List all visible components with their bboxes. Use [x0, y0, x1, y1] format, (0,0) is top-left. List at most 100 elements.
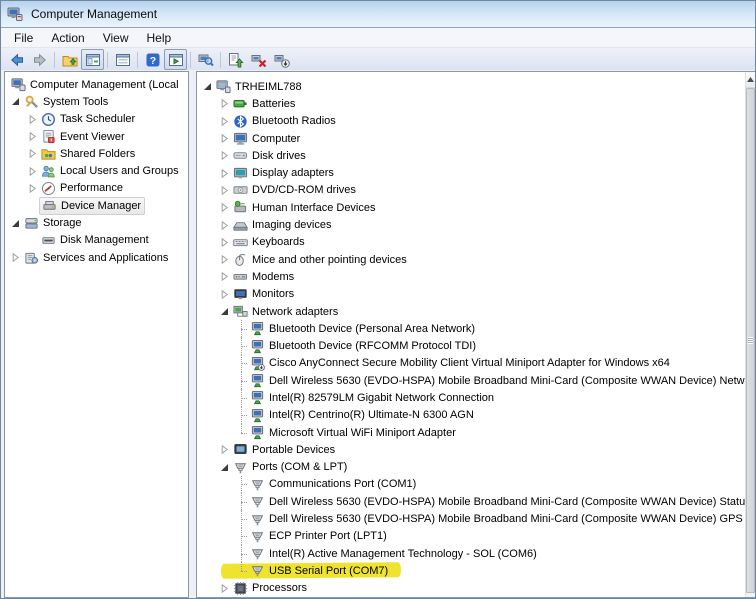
- tree-item-mice-and-other-pointing-devices[interactable]: Mice and other pointing devices: [197, 251, 755, 268]
- scrollbar-thumb[interactable]: [746, 88, 755, 593]
- computer-management-icon: [9, 77, 27, 92]
- tree-item-dell-wireless-5630-evdo-hspa-mobile-broadb[interactable]: Dell Wireless 5630 (EVDO-HSPA) Mobile Br…: [197, 493, 755, 510]
- tree-item-disk-drives[interactable]: Disk drives: [197, 147, 755, 164]
- expander-collapsed-icon[interactable]: [218, 268, 231, 285]
- tree-item-communications-port-com1[interactable]: Communications Port (COM1): [197, 476, 755, 493]
- expander-collapsed-icon[interactable]: [26, 111, 39, 128]
- tree-item-cisco-anyconnect-secure-mobility-client-vi[interactable]: Cisco AnyConnect Secure Mobility Client …: [197, 355, 755, 372]
- expander-collapsed-icon[interactable]: [26, 145, 39, 162]
- tree-item-label: Computer Management (Local: [27, 79, 179, 91]
- tree-item-system-tools[interactable]: System Tools: [5, 93, 188, 110]
- expander-collapsed-icon[interactable]: [218, 286, 231, 303]
- expander-collapsed-icon[interactable]: [26, 180, 39, 197]
- tree-item-modems[interactable]: Modems: [197, 268, 755, 285]
- expander-collapsed-icon[interactable]: [218, 113, 231, 130]
- tree-item-imaging-devices[interactable]: Imaging devices: [197, 216, 755, 233]
- expander-expanded-icon[interactable]: [201, 78, 214, 95]
- window-play-icon: [168, 52, 184, 68]
- expander-collapsed-icon[interactable]: [218, 580, 231, 597]
- expander-expanded-icon[interactable]: [218, 303, 231, 320]
- forward-button[interactable]: [28, 49, 51, 70]
- uninstall-device-icon: [274, 52, 290, 68]
- tree-item-display-adapters[interactable]: Display adapters: [197, 164, 755, 181]
- expander-collapsed-icon[interactable]: [26, 162, 39, 179]
- tree-connector: [235, 562, 248, 579]
- tree-item-services-and-applications[interactable]: Services and Applications: [5, 249, 188, 266]
- disk-management-icon: [39, 233, 57, 248]
- expander-collapsed-icon[interactable]: [218, 182, 231, 199]
- back-button[interactable]: [5, 49, 28, 70]
- expander-collapsed-icon[interactable]: [218, 251, 231, 268]
- tree-item-shared-folders[interactable]: Shared Folders: [5, 145, 188, 162]
- tree-item-performance[interactable]: Performance: [5, 180, 188, 197]
- tree-item-bluetooth-device-personal-area-network[interactable]: Bluetooth Device (Personal Area Network): [197, 320, 755, 337]
- network-adapter-disabled-icon: [248, 356, 266, 371]
- tree-item-bluetooth-device-rfcomm-protocol-tdi[interactable]: Bluetooth Device (RFCOMM Protocol TDI): [197, 337, 755, 354]
- scan-hardware-changes-button[interactable]: [194, 49, 217, 70]
- expander-collapsed-icon[interactable]: [218, 441, 231, 458]
- expander-expanded-icon[interactable]: [218, 459, 231, 476]
- tree-item-event-viewer[interactable]: Event Viewer: [5, 128, 188, 145]
- tree-item-disk-management[interactable]: Disk Management: [5, 232, 188, 249]
- computer-root-icon: [214, 79, 232, 94]
- show-console-tree-button[interactable]: [81, 49, 104, 70]
- expander-expanded-icon[interactable]: [9, 93, 22, 110]
- tree-item-trheiml788[interactable]: TRHEIML788: [197, 78, 755, 95]
- tree-item-usb-serial-port-com7[interactable]: USB Serial Port (COM7): [197, 562, 755, 579]
- tree-item-label: Intel(R) Centrino(R) Ultimate-N 6300 AGN: [266, 409, 474, 421]
- expander-collapsed-icon[interactable]: [26, 128, 39, 145]
- tree-item-computer-management-local[interactable]: Computer Management (Local: [5, 76, 188, 93]
- scroll-up-button[interactable]: [746, 72, 755, 88]
- tree-item-label: ECP Printer Port (LPT1): [266, 530, 387, 542]
- help-button[interactable]: ?: [141, 49, 164, 70]
- tree-item-keyboards[interactable]: Keyboards: [197, 234, 755, 251]
- tree-item-bluetooth-radios[interactable]: Bluetooth Radios: [197, 113, 755, 130]
- bluetooth-icon: [231, 114, 249, 129]
- tree-item-intel-r-82579lm-gigabit-network-connection[interactable]: Intel(R) 82579LM Gigabit Network Connect…: [197, 389, 755, 406]
- update-driver-button[interactable]: [224, 49, 247, 70]
- tree-item-human-interface-devices[interactable]: Human Interface Devices: [197, 199, 755, 216]
- expander-collapsed-icon[interactable]: [218, 147, 231, 164]
- menu-help[interactable]: Help: [138, 30, 181, 46]
- disable-device-button[interactable]: [247, 49, 270, 70]
- tree-item-microsoft-virtual-wifi-miniport-adapter[interactable]: Microsoft Virtual WiFi Miniport Adapter: [197, 424, 755, 441]
- toolbar-separator: [54, 52, 55, 68]
- tree-item-monitors[interactable]: Monitors: [197, 286, 755, 303]
- expander-expanded-icon[interactable]: [9, 214, 22, 231]
- tree-item-ports-com-lpt[interactable]: Ports (COM & LPT): [197, 459, 755, 476]
- tree-item-dell-wireless-5630-evdo-hspa-mobile-broadb[interactable]: Dell Wireless 5630 (EVDO-HSPA) Mobile Br…: [197, 510, 755, 527]
- tree-item-local-users-and-groups[interactable]: Local Users and Groups: [5, 162, 188, 179]
- expander-collapsed-icon[interactable]: [9, 249, 22, 266]
- expander-collapsed-icon[interactable]: [218, 164, 231, 181]
- uninstall-device-button[interactable]: [270, 49, 293, 70]
- tree-item-intel-r-centrino-r-ultimate-n-6300-agn[interactable]: Intel(R) Centrino(R) Ultimate-N 6300 AGN: [197, 407, 755, 424]
- tree-item-network-adapters[interactable]: Network adapters: [197, 303, 755, 320]
- tree-item-portable-devices[interactable]: Portable Devices: [197, 441, 755, 458]
- expander-collapsed-icon[interactable]: [218, 95, 231, 112]
- expander-collapsed-icon[interactable]: [218, 199, 231, 216]
- expander-collapsed-icon[interactable]: [218, 130, 231, 147]
- show-action-pane-button[interactable]: [164, 49, 187, 70]
- expander-collapsed-icon[interactable]: [218, 234, 231, 251]
- tree-item-dvd-cd-rom-drives[interactable]: DVD/CD-ROM drives: [197, 182, 755, 199]
- tree-item-task-scheduler[interactable]: Task Scheduler: [5, 111, 188, 128]
- tree-item-batteries[interactable]: Batteries: [197, 95, 755, 112]
- tree-item-processors[interactable]: Processors: [197, 580, 755, 597]
- tree-item-dell-wireless-5630-evdo-hspa-mobile-broadb[interactable]: Dell Wireless 5630 (EVDO-HSPA) Mobile Br…: [197, 372, 755, 389]
- tree-item-ecp-printer-port-lpt1[interactable]: ECP Printer Port (LPT1): [197, 528, 755, 545]
- tree-item-computer[interactable]: Computer: [197, 130, 755, 147]
- menu-view[interactable]: View: [94, 30, 138, 46]
- export-list-button[interactable]: [111, 49, 134, 70]
- tree-item-device-manager[interactable]: Device Manager: [5, 197, 188, 214]
- menu-file[interactable]: File: [5, 30, 42, 46]
- menu-bar: File Action View Help: [1, 28, 755, 48]
- menu-action[interactable]: Action: [42, 30, 93, 46]
- expander-collapsed-icon[interactable]: [218, 216, 231, 233]
- tree-item-intel-r-active-management-technology-sol-c[interactable]: Intel(R) Active Management Technology - …: [197, 545, 755, 562]
- up-level-button[interactable]: [58, 49, 81, 70]
- vertical-scrollbar[interactable]: [745, 72, 755, 597]
- tree-connector: [235, 510, 248, 527]
- tree-item-storage[interactable]: Storage: [5, 214, 188, 231]
- tree-item-label: Dell Wireless 5630 (EVDO-HSPA) Mobile Br…: [266, 513, 755, 525]
- title-bar[interactable]: Computer Management: [1, 1, 755, 28]
